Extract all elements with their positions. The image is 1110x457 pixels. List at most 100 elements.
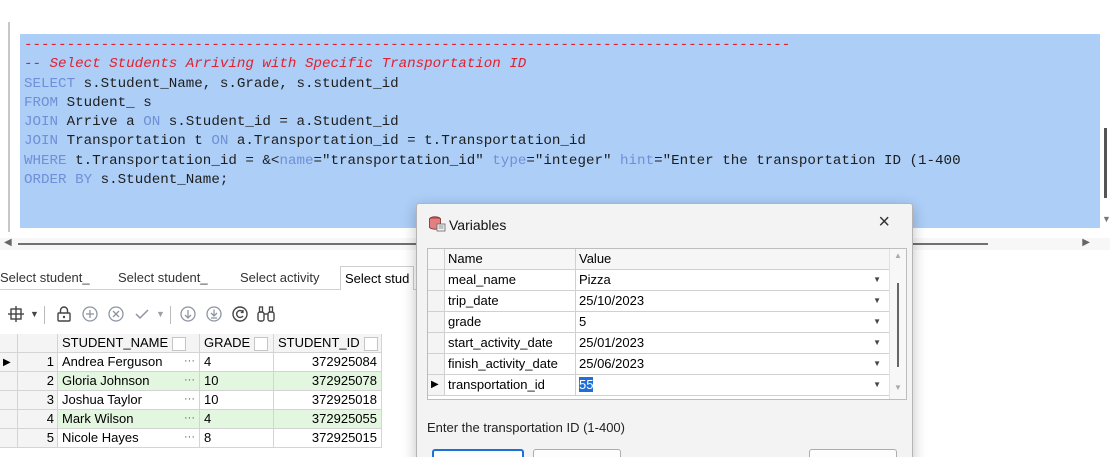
tab-select-stud-active[interactable]: Select stud <box>340 266 415 290</box>
code-line[interactable]: ----------------------------------------… <box>24 36 961 55</box>
scroll-left-arrow-icon[interactable]: ◀ <box>4 237 12 248</box>
column-filter-icon[interactable] <box>172 336 187 351</box>
variable-value[interactable]: 25/06/2023 <box>579 356 644 371</box>
delete-row-icon[interactable] <box>104 302 128 326</box>
variable-value[interactable]: 55 <box>579 377 594 392</box>
cell-student-id[interactable]: 372925055 <box>274 410 382 429</box>
cell-grade[interactable]: 4 <box>200 353 274 372</box>
scrollbar-thumb[interactable] <box>1104 128 1107 198</box>
ok-button[interactable] <box>432 449 524 457</box>
column-filter-icon[interactable] <box>254 336 269 351</box>
add-row-icon[interactable] <box>78 302 102 326</box>
cell-student-id[interactable]: 372925015 <box>274 429 382 448</box>
code-line[interactable]: SELECT s.Student_Name, s.Grade, s.studen… <box>24 75 961 94</box>
scroll-down-arrow-icon[interactable]: ▼ <box>1102 214 1110 224</box>
column-header-grade[interactable]: GRADE <box>200 334 274 353</box>
chevron-down-icon[interactable]: ▼ <box>30 309 39 319</box>
fetch-all-icon[interactable] <box>202 302 226 326</box>
ellipsis-icon[interactable]: ··· <box>184 429 195 448</box>
cell-student-name[interactable]: Joshua Taylor <box>58 391 200 410</box>
help-button[interactable] <box>809 449 897 457</box>
column-header-name[interactable]: Name <box>445 249 576 270</box>
variable-row[interactable]: ▶ transportation_id 55 ▼ <box>428 375 890 396</box>
column-filter-icon[interactable] <box>363 336 378 351</box>
variable-name[interactable]: transportation_id <box>445 375 576 396</box>
variables-scrollbar[interactable]: ▲ ▼ <box>889 249 906 399</box>
variable-value[interactable]: 5 <box>579 314 586 329</box>
cell-student-id[interactable]: 372925018 <box>274 391 382 410</box>
chevron-down-icon[interactable]: ▼ <box>156 309 165 319</box>
column-header-student-name[interactable]: STUDENT_NAME <box>58 334 200 353</box>
cell-grade[interactable]: 8 <box>200 429 274 448</box>
code-line[interactable]: JOIN Transportation t ON a.Transportatio… <box>24 132 961 151</box>
chevron-down-icon[interactable]: ▼ <box>873 333 881 353</box>
cell-student-id[interactable]: 372925084 <box>274 353 382 372</box>
variables-table[interactable]: Name Value meal_name Pizza ▼ trip_date 25/10… <box>427 248 907 400</box>
variable-value-field[interactable]: 25/01/2023 ▼ <box>576 333 890 354</box>
variable-name[interactable]: grade <box>445 312 576 333</box>
ellipsis-icon[interactable]: ··· <box>184 372 195 391</box>
post-changes-icon[interactable] <box>130 302 154 326</box>
code-line[interactable]: WHERE t.Transportation_id = &<name="tran… <box>24 152 961 171</box>
cell-student-name[interactable]: Mark Wilson <box>58 410 200 429</box>
variable-row[interactable]: grade 5 ▼ <box>428 312 890 333</box>
grid-layout-icon[interactable] <box>4 302 28 326</box>
cell-student-name[interactable]: Nicole Hayes <box>58 429 200 448</box>
variable-value[interactable]: Pizza <box>579 272 611 287</box>
variable-value-field[interactable]: Pizza ▼ <box>576 270 890 291</box>
code-line[interactable]: -- Select Students Arriving with Specifi… <box>24 55 961 74</box>
fetch-next-icon[interactable] <box>176 302 200 326</box>
variable-name[interactable]: meal_name <box>445 270 576 291</box>
chevron-down-icon[interactable]: ▼ <box>873 375 881 395</box>
variable-name[interactable]: start_activity_date <box>445 333 576 354</box>
tab-select-activity[interactable]: Select activity <box>240 266 319 290</box>
column-header-value[interactable]: Value <box>576 249 890 270</box>
refresh-icon[interactable] <box>228 302 252 326</box>
code-line[interactable]: FROM Student_ s <box>24 94 961 113</box>
variable-value-field[interactable]: 25/10/2023 ▼ <box>576 291 890 312</box>
variables-dialog[interactable]: Variables × Name Value meal_name Pizza ▼ tr… <box>416 203 913 457</box>
lock-icon[interactable] <box>52 302 76 326</box>
chevron-down-icon[interactable]: ▼ <box>873 270 881 290</box>
variable-row[interactable]: trip_date 25/10/2023 ▼ <box>428 291 890 312</box>
cell-student-name[interactable]: Andrea Ferguson <box>58 353 200 372</box>
cancel-button[interactable] <box>533 449 621 457</box>
table-row[interactable]: 3 Joshua Taylor ··· 10 372925018 <box>0 391 420 410</box>
variable-value-field[interactable]: 25/06/2023 ▼ <box>576 354 890 375</box>
variable-name[interactable]: finish_activity_date <box>445 354 576 375</box>
table-row[interactable]: ▶ 1 Andrea Ferguson ··· 4 372925084 <box>0 353 420 372</box>
cell-grade[interactable]: 4 <box>200 410 274 429</box>
cell-student-name[interactable]: Gloria Johnson <box>58 372 200 391</box>
ellipsis-icon[interactable]: ··· <box>184 353 195 372</box>
scroll-right-arrow-icon[interactable]: ▶ <box>1082 237 1090 248</box>
variable-value[interactable]: 25/01/2023 <box>579 335 644 350</box>
cell-grade[interactable]: 10 <box>200 391 274 410</box>
variable-value[interactable]: 25/10/2023 <box>579 293 644 308</box>
scroll-up-arrow-icon[interactable]: ▲ <box>894 251 902 260</box>
ellipsis-icon[interactable]: ··· <box>184 391 195 410</box>
variable-value-field[interactable]: 55 ▼ <box>576 375 890 396</box>
tab-select-student-2[interactable]: Select student_ <box>118 266 208 290</box>
cell-student-id[interactable]: 372925078 <box>274 372 382 391</box>
scroll-down-arrow-icon[interactable]: ▼ <box>894 383 902 392</box>
close-icon[interactable]: × <box>878 211 890 234</box>
editor-vertical-scrollbar[interactable]: ▼ <box>1102 118 1110 224</box>
variable-name[interactable]: trip_date <box>445 291 576 312</box>
table-row[interactable]: 4 Mark Wilson ··· 4 372925055 <box>0 410 420 429</box>
chevron-down-icon[interactable]: ▼ <box>873 312 881 332</box>
table-row[interactable]: 2 Gloria Johnson ··· 10 372925078 <box>0 372 420 391</box>
chevron-down-icon[interactable]: ▼ <box>873 291 881 311</box>
variable-row[interactable]: start_activity_date 25/01/2023 ▼ <box>428 333 890 354</box>
binoculars-search-icon[interactable] <box>254 302 278 326</box>
code-line[interactable]: ORDER BY s.Student_Name; <box>24 171 961 190</box>
variable-row[interactable]: finish_activity_date 25/06/2023 ▼ <box>428 354 890 375</box>
ellipsis-icon[interactable]: ··· <box>184 410 195 429</box>
cell-grade[interactable]: 10 <box>200 372 274 391</box>
variable-row[interactable]: meal_name Pizza ▼ <box>428 270 890 291</box>
code-line[interactable]: JOIN Arrive a ON s.Student_id = a.Studen… <box>24 113 961 132</box>
chevron-down-icon[interactable]: ▼ <box>873 354 881 374</box>
tab-select-student-1[interactable]: Select student_ <box>0 266 90 290</box>
variable-value-field[interactable]: 5 ▼ <box>576 312 890 333</box>
column-header-student-id[interactable]: STUDENT_ID <box>274 334 382 353</box>
sql-code[interactable]: ----------------------------------------… <box>24 36 961 190</box>
